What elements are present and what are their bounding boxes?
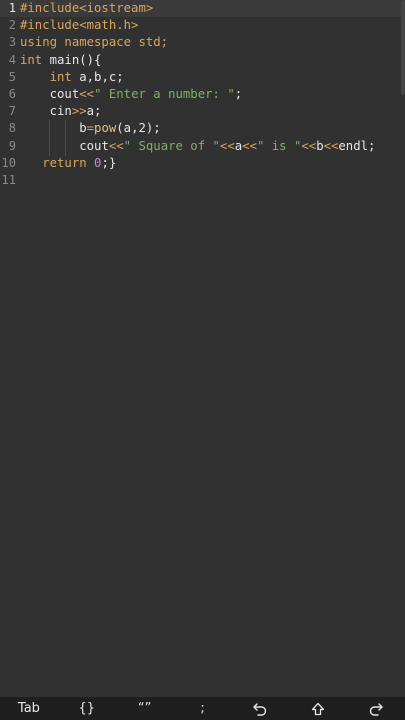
code-token: cin <box>49 104 72 119</box>
code-line-9[interactable]: cout<<" Square of "<<a<<" is "<<b<<endl; <box>20 138 405 155</box>
code-editor[interactable]: 1 2 3 4 5 6 7 8 9 10 11 #include<iostrea… <box>0 0 405 697</box>
semicolon-key-button[interactable]: ; <box>174 697 232 720</box>
code-line-8[interactable]: b=pow(a,2); <box>20 120 405 137</box>
code-token: int <box>49 69 72 84</box>
code-token: b <box>316 138 324 153</box>
line-number: 5 <box>8 69 16 84</box>
code-token: = <box>86 121 95 136</box>
line-number: 9 <box>8 138 16 153</box>
code-token: int <box>20 52 43 67</box>
code-token: ; <box>234 86 243 101</box>
line-number: 7 <box>8 104 16 119</box>
code-token: " Enter a number: " <box>94 86 235 101</box>
code-token: #include<iostream> <box>20 1 154 15</box>
code-line-1[interactable]: #include<iostream> <box>20 0 405 17</box>
line-number: 6 <box>8 86 16 101</box>
code-line-4[interactable]: int main(){ <box>20 52 405 69</box>
extra-keys-toolbar: Tab {} “” ; <box>0 697 405 720</box>
code-token: a; <box>86 104 102 119</box>
code-token: " Square of " <box>123 138 220 153</box>
code-token: a,b,c; <box>71 69 124 84</box>
code-token: using namespace std; <box>20 35 169 50</box>
code-token: b <box>79 121 87 136</box>
scrollbar-thumb[interactable] <box>401 0 405 95</box>
code-token: return <box>42 155 87 170</box>
tab-key-button[interactable]: Tab <box>0 697 58 720</box>
code-token: << <box>323 138 339 153</box>
line-number: 11 <box>1 172 16 187</box>
quotes-key-button[interactable]: “” <box>116 697 174 720</box>
line-number: 10 <box>1 155 16 170</box>
line-number: 3 <box>8 35 16 50</box>
shift-icon <box>312 702 325 715</box>
code-token: cout <box>49 86 80 101</box>
braces-key-button[interactable]: {} <box>58 697 116 720</box>
code-line-7[interactable]: cin>>a; <box>20 103 405 120</box>
line-number: 8 <box>8 121 16 136</box>
code-token: << <box>108 138 124 153</box>
code-token: pow <box>94 121 117 136</box>
shift-button[interactable] <box>289 697 347 720</box>
code-token: cout <box>79 138 109 153</box>
line-number: 4 <box>8 52 16 67</box>
code-line-6[interactable]: cout<<" Enter a number: "; <box>20 86 405 103</box>
code-token: main(){ <box>42 52 102 67</box>
line-number-gutter: 1 2 3 4 5 6 7 8 9 10 11 <box>0 0 18 189</box>
code-line-10[interactable]: return 0;} <box>20 155 405 172</box>
code-line-3[interactable]: using namespace std; <box>20 34 405 51</box>
undo-icon <box>253 702 267 716</box>
code-line-11[interactable] <box>20 172 405 189</box>
redo-button[interactable] <box>347 697 405 720</box>
code-area[interactable]: #include<iostream> #include<math.h> usin… <box>20 0 405 189</box>
redo-icon <box>369 702 383 716</box>
code-line-2[interactable]: #include<math.h> <box>20 17 405 34</box>
code-token: (a,2); <box>116 121 161 136</box>
code-token: << <box>219 138 235 153</box>
code-token: << <box>301 138 317 153</box>
code-line-5[interactable]: int a,b,c; <box>20 69 405 86</box>
code-token: >> <box>71 104 87 119</box>
code-token: << <box>79 86 95 101</box>
line-number: 1 <box>8 1 16 15</box>
code-token: " is " <box>256 138 302 153</box>
code-token: << <box>242 138 257 153</box>
line-number: 2 <box>8 18 16 33</box>
code-token: #include<math.h> <box>20 18 139 33</box>
undo-button[interactable] <box>231 697 289 720</box>
code-token: 0 <box>86 155 102 170</box>
code-token: endl; <box>338 138 376 153</box>
code-token: ;} <box>101 155 117 170</box>
